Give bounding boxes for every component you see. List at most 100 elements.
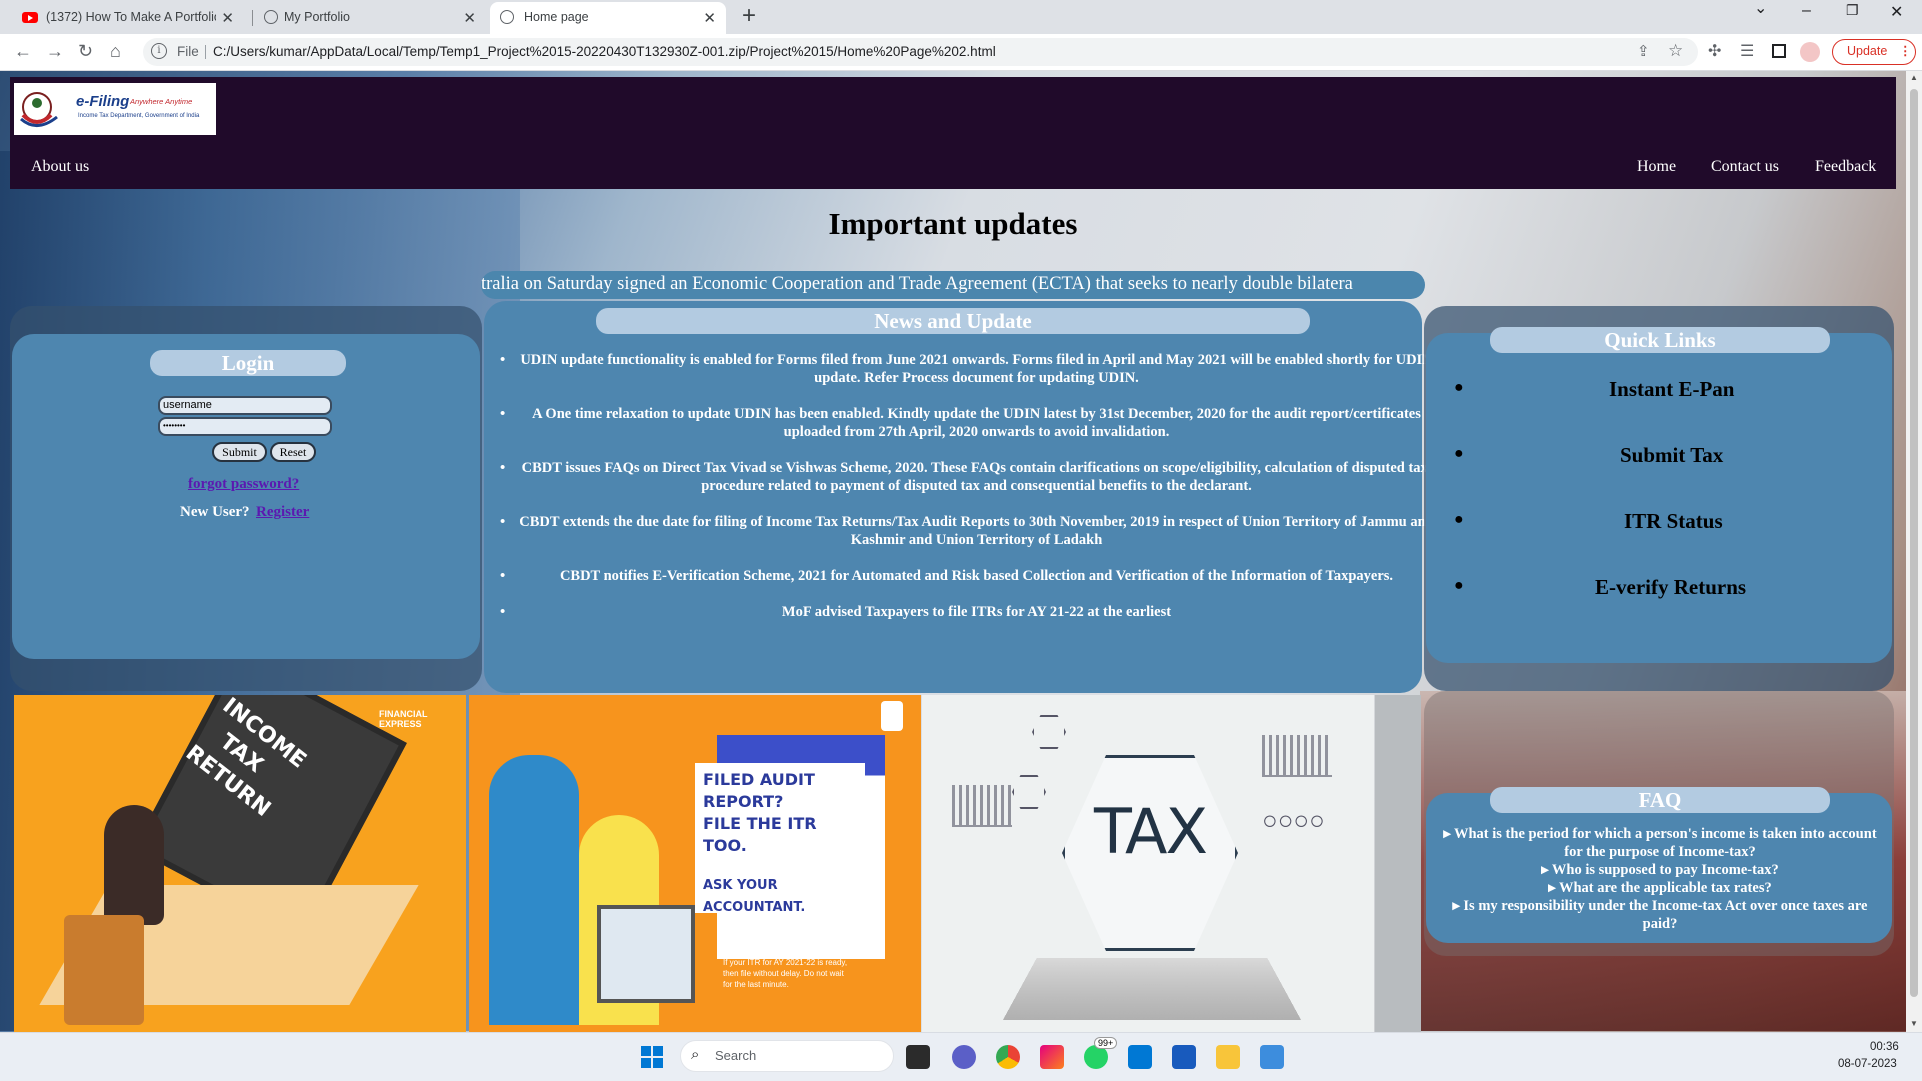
update-button[interactable]: Update ⋮ [1832, 39, 1916, 65]
news-item: UDIN update functionality is enabled for… [500, 351, 1439, 387]
reset-button[interactable]: Reset [270, 442, 316, 462]
youtube-play-icon [28, 15, 33, 21]
update-label: Update [1847, 44, 1888, 58]
photos-icon[interactable] [1260, 1045, 1284, 1069]
scroll-down-arrow-icon[interactable]: ▼ [1910, 1019, 1918, 1028]
address-url[interactable]: C:/Users/kumar/AppData/Local/Temp/Temp1_… [213, 44, 996, 59]
audit-small-line: If your ITR for AY 2021-22 is ready, [723, 958, 848, 967]
audit-small-line: for the last minute. [723, 980, 789, 989]
globe-icon [500, 10, 514, 24]
tab-title: Home page [524, 10, 589, 24]
clock-date[interactable]: 08-07-2023 [1838, 1058, 1897, 1070]
faq-item[interactable]: ▸ What are the applicable tax rates? [1440, 879, 1880, 897]
news-item: A One time relaxation to update UDIN has… [500, 405, 1439, 441]
forward-arrow-icon[interactable]: → [46, 41, 64, 62]
audit-small-text: If your ITR for AY 2021-22 is ready, the… [723, 957, 847, 990]
bar-chart-icon [952, 785, 1012, 827]
register-link[interactable]: Register [256, 504, 309, 521]
chrome-icon[interactable] [996, 1045, 1020, 1069]
faq-question: Who is supposed to pay Income-tax? [1551, 862, 1779, 878]
new-tab-button[interactable]: + [742, 2, 756, 30]
person-illustration [104, 805, 164, 925]
quick-links-heading-text: Quick Links [1604, 328, 1716, 352]
home-icon[interactable]: ⌂ [110, 41, 121, 62]
faq-item[interactable]: ▸ Is my responsibility under the Income-… [1440, 897, 1880, 933]
globe-icon [264, 10, 278, 24]
image-credit: FINANCIAL EXPRESS [379, 709, 428, 729]
circle-digits-icon: ○○○○ [1262, 805, 1325, 835]
scroll-thumb[interactable] [1910, 89, 1918, 997]
page-viewport: e-Filing Anywhere Anytime Income Tax Dep… [0, 71, 1906, 1032]
audit-line: ASK YOUR ACCOUNTANT. [703, 878, 806, 915]
nav-contact-us[interactable]: Contact us [1711, 158, 1779, 176]
more-menu-icon[interactable]: ⋮ [1899, 40, 1912, 63]
news-item: CBDT notifies E-Verification Scheme, 202… [500, 567, 1439, 585]
bullet-icon: ● [1454, 445, 1464, 462]
tab-search-dropdown-icon[interactable]: ⌄ [1754, 0, 1767, 18]
close-tab-icon[interactable]: ✕ [463, 9, 476, 27]
new-user-label: New User? [180, 504, 250, 520]
close-tab-icon[interactable]: ✕ [703, 9, 716, 27]
info-icon[interactable]: i [151, 43, 167, 59]
emblem-icon [881, 701, 903, 731]
news-item: MoF advised Taxpayers to file ITRs for A… [500, 603, 1439, 621]
tab-youtube[interactable]: (1372) How To Make A Portfolio ✕ [12, 2, 244, 34]
address-bar[interactable]: i File C:/Users/kumar/AppData/Local/Temp… [143, 38, 1698, 66]
site-header: e-Filing Anywhere Anytime Income Tax Dep… [10, 77, 1896, 189]
bookmark-star-icon[interactable]: ☆ [1668, 41, 1683, 61]
jetbrains-icon[interactable] [1040, 1045, 1064, 1069]
laptop-illustration [1002, 957, 1302, 1021]
minimize-button[interactable]: – [1802, 2, 1811, 20]
clock-time[interactable]: 00:36 [1870, 1041, 1899, 1053]
word-icon[interactable] [1172, 1045, 1196, 1069]
reload-icon[interactable]: ↻ [78, 41, 93, 62]
profile-avatar[interactable] [1800, 42, 1820, 62]
quick-link-everify-returns[interactable]: E-verify Returns [1595, 575, 1746, 600]
tab-my-portfolio[interactable]: My Portfolio ✕ [256, 2, 486, 34]
close-tab-icon[interactable]: ✕ [221, 9, 234, 27]
efiling-logo[interactable]: e-Filing Anywhere Anytime Income Tax Dep… [14, 83, 216, 135]
emblem-icon [20, 92, 58, 127]
faq-heading-text: FAQ [1638, 788, 1682, 812]
reading-list-icon[interactable]: ☰ [1740, 41, 1754, 61]
back-arrow-icon[interactable]: ← [14, 41, 32, 62]
tab-home-page[interactable]: Home page ✕ [490, 2, 726, 34]
address-divider [205, 45, 206, 59]
page-title: Important updates [828, 206, 1078, 241]
scroll-up-arrow-icon[interactable]: ▲ [1910, 73, 1918, 82]
nav-feedback[interactable]: Feedback [1815, 158, 1876, 176]
close-window-button[interactable]: ✕ [1890, 2, 1903, 22]
audit-small-line: then file without delay. Do not wait [723, 969, 844, 978]
search-icon: ⌕ [691, 1046, 700, 1063]
windows-start-icon[interactable] [641, 1046, 663, 1068]
side-panel-icon[interactable] [1772, 44, 1786, 58]
submit-button[interactable]: Submit [212, 442, 267, 462]
page-scrollbar[interactable]: ▲ ▼ [1906, 71, 1922, 1032]
forgot-password-link[interactable]: forgot password? [188, 476, 299, 493]
username-input[interactable]: username [158, 396, 332, 415]
quick-link-instant-epan[interactable]: Instant E-Pan [1609, 377, 1734, 402]
faq-heading: FAQ [1490, 787, 1830, 813]
quick-link-submit-tax[interactable]: Submit Tax [1620, 443, 1723, 468]
file-explorer-icon[interactable] [1216, 1045, 1240, 1069]
bullet-icon: ● [1454, 379, 1464, 396]
quick-link-itr-status[interactable]: ITR Status [1624, 509, 1723, 534]
computer-illustration [597, 905, 695, 1003]
teams-icon[interactable] [952, 1045, 976, 1069]
vscode-icon[interactable] [1128, 1045, 1152, 1069]
logo-subtitle: Income Tax Department, Government of Ind… [78, 113, 200, 119]
bar-chart-icon [1262, 735, 1332, 777]
nav-about-us[interactable]: About us [31, 158, 89, 176]
faq-item[interactable]: ▸ What is the period for which a person'… [1440, 825, 1880, 861]
hex-icon [1012, 775, 1046, 809]
password-input[interactable]: •••••••• [158, 417, 332, 436]
share-icon[interactable]: ⇪ [1637, 42, 1650, 60]
notification-badge: 99+ [1094, 1037, 1118, 1049]
taskbar-search-box[interactable]: ⌕ Search [680, 1040, 894, 1072]
tab-title: My Portfolio [284, 10, 350, 24]
extensions-icon[interactable]: ✣ [1708, 41, 1721, 61]
task-view-icon[interactable] [906, 1045, 930, 1069]
restore-button[interactable]: ❐ [1846, 2, 1859, 19]
nav-home[interactable]: Home [1637, 158, 1676, 176]
faq-item[interactable]: ▸ Who is supposed to pay Income-tax? [1440, 861, 1880, 879]
